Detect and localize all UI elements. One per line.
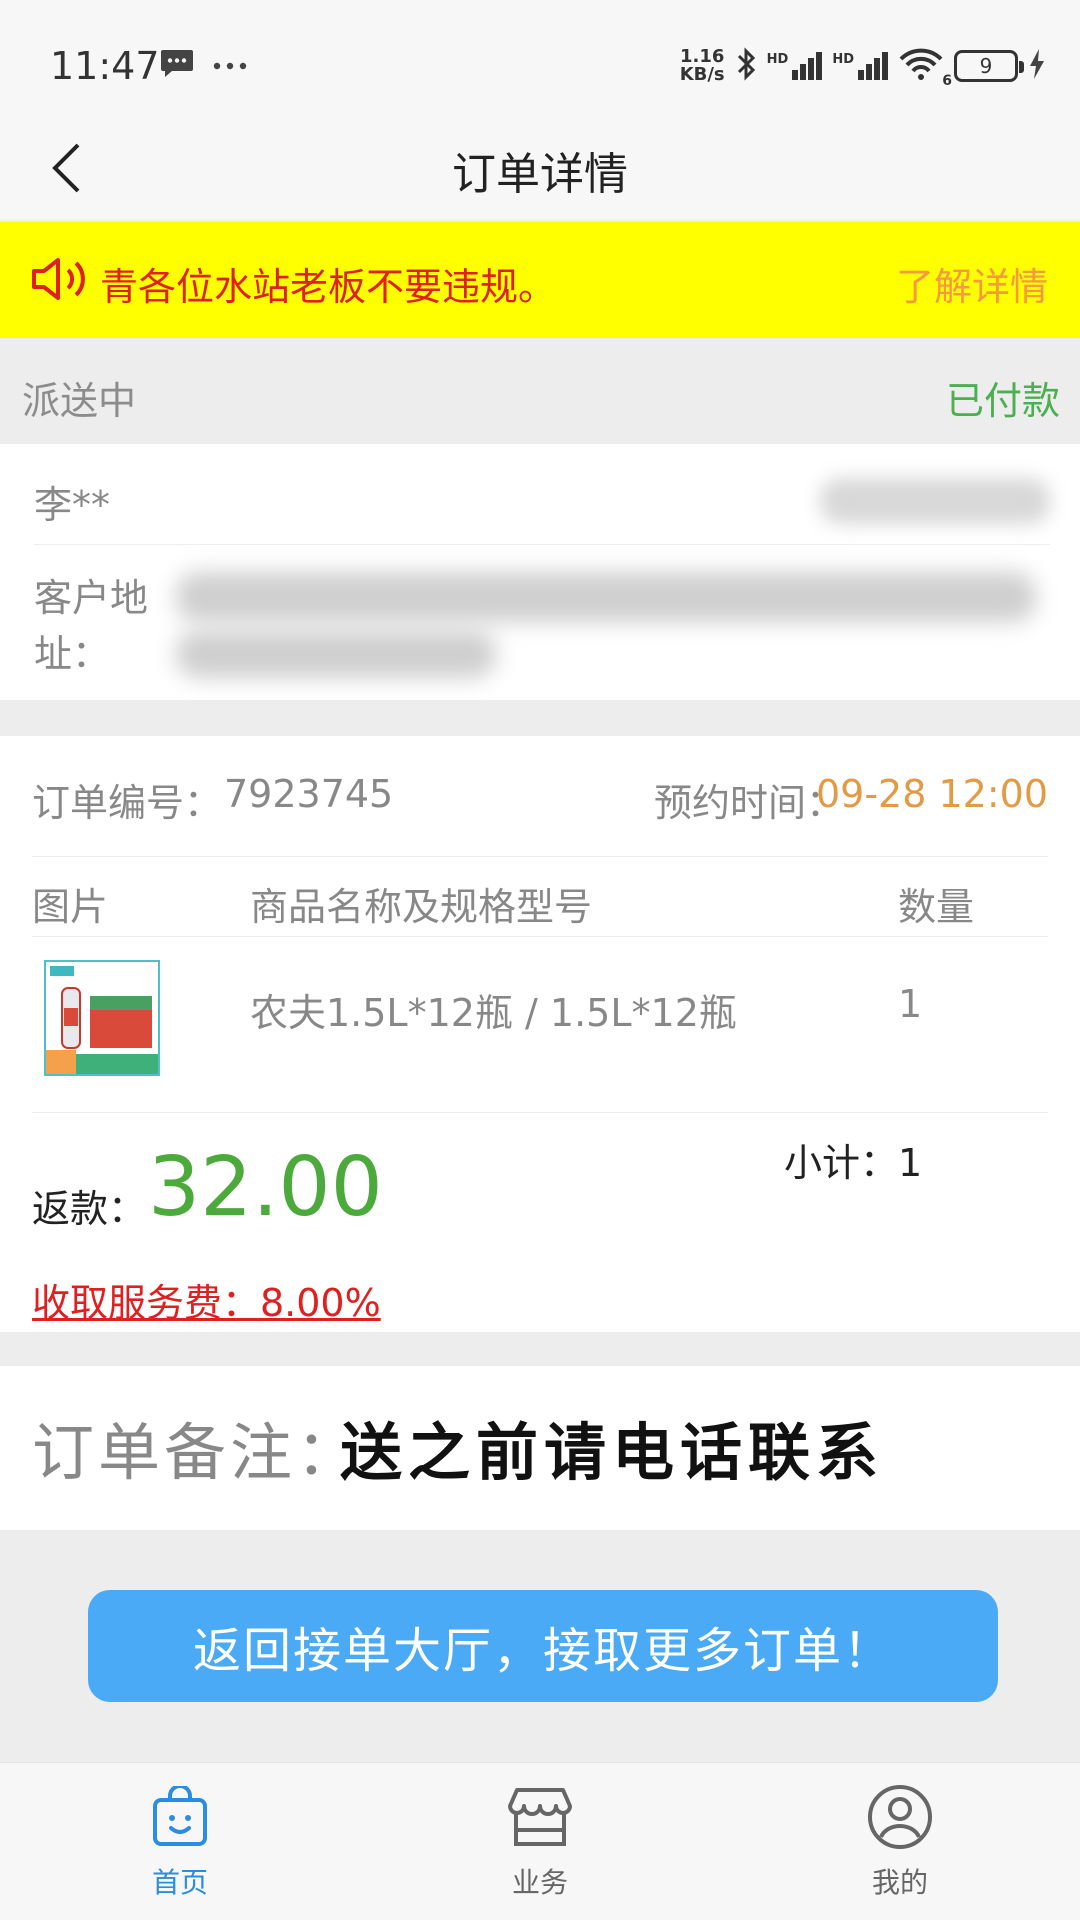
refund-amount: 32.00 <box>148 1140 383 1235</box>
customer-name: 李** <box>34 483 111 527</box>
notice-banner: 青各位水站老板不要违规。 了解详情 <box>0 222 1080 338</box>
net-speed: 1.16 KB/s <box>679 46 725 85</box>
remark-card: 订单备注： 送之前请电话联系 <box>0 1366 1080 1530</box>
home-bag-icon <box>151 1777 209 1857</box>
status-time: 11:47 <box>50 44 160 88</box>
tab-business[interactable]: 业务 <box>440 1763 640 1920</box>
tab-profile[interactable]: 我的 <box>800 1763 1000 1920</box>
order-status-row: 派送中 已付款 <box>0 338 1080 444</box>
page-title: 订单详情 <box>452 149 628 200</box>
column-header-image: 图片 <box>32 885 109 929</box>
customer-address-label: 客户地址： <box>34 576 149 676</box>
customer-address-redacted <box>176 630 496 678</box>
battery-icon: 9 <box>954 50 1024 82</box>
customer-address-redacted <box>176 572 1036 622</box>
divider <box>32 936 1048 937</box>
signal-icon: HD <box>767 52 823 80</box>
tab-home[interactable]: 首页 <box>80 1763 280 1920</box>
user-icon <box>867 1777 933 1857</box>
return-to-hall-button[interactable]: 返回接单大厅，接取更多订单！ <box>88 1590 998 1702</box>
payment-status: 已付款 <box>945 379 1060 423</box>
order-number: 7923745 <box>224 772 394 816</box>
divider <box>32 1112 1048 1113</box>
notice-details-link[interactable]: 了解详情 <box>896 256 1048 311</box>
nav-bar: 订单详情 <box>0 120 1080 220</box>
signal-icon: HD <box>832 52 888 80</box>
divider <box>32 856 1048 857</box>
tab-label: 首页 <box>151 1866 208 1899</box>
message-icon <box>160 48 194 82</box>
service-fee-link[interactable]: 收取服务费：8.00% <box>32 1272 381 1327</box>
tab-label: 业务 <box>511 1866 568 1899</box>
divider <box>34 544 1050 545</box>
remark-text: 送之前请电话联系 <box>340 1416 885 1489</box>
store-icon <box>507 1777 573 1857</box>
refund-label: 返款： <box>32 1187 147 1231</box>
customer-card: 李** 客户地址： <box>0 444 1080 700</box>
charging-icon <box>1028 48 1046 84</box>
subtotal: 小计：1 <box>784 1141 923 1185</box>
customer-phone-redacted <box>820 478 1050 524</box>
status-bar: 11:47 1.16 KB/s HD HD 6 9 <box>0 0 1080 130</box>
appointment-time: 09-28 12:00 <box>815 772 1048 816</box>
notice-text: 青各位水站老板不要违规。 <box>100 265 557 309</box>
more-dots-icon <box>212 56 248 75</box>
order-number-label: 订单编号： <box>32 781 223 825</box>
speaker-icon <box>30 256 92 306</box>
remark-label: 订单备注： <box>32 1416 363 1489</box>
product-quantity: 1 <box>898 982 923 1026</box>
order-card: 订单编号： 7923745 预约时间： 09-28 12:00 图片 商品名称及… <box>0 736 1080 1332</box>
tab-label: 我的 <box>871 1866 928 1899</box>
delivery-status: 派送中 <box>22 379 137 423</box>
product-image[interactable] <box>44 960 160 1076</box>
bluetooth-icon <box>735 46 757 86</box>
column-header-quantity: 数量 <box>898 885 975 929</box>
bottom-tab-bar: 首页 业务 我的 <box>0 1762 1080 1920</box>
product-name: 农夫1.5L*12瓶 / 1.5L*12瓶 <box>250 991 737 1035</box>
column-header-product: 商品名称及规格型号 <box>250 885 593 929</box>
wifi-icon: 6 <box>898 47 952 89</box>
